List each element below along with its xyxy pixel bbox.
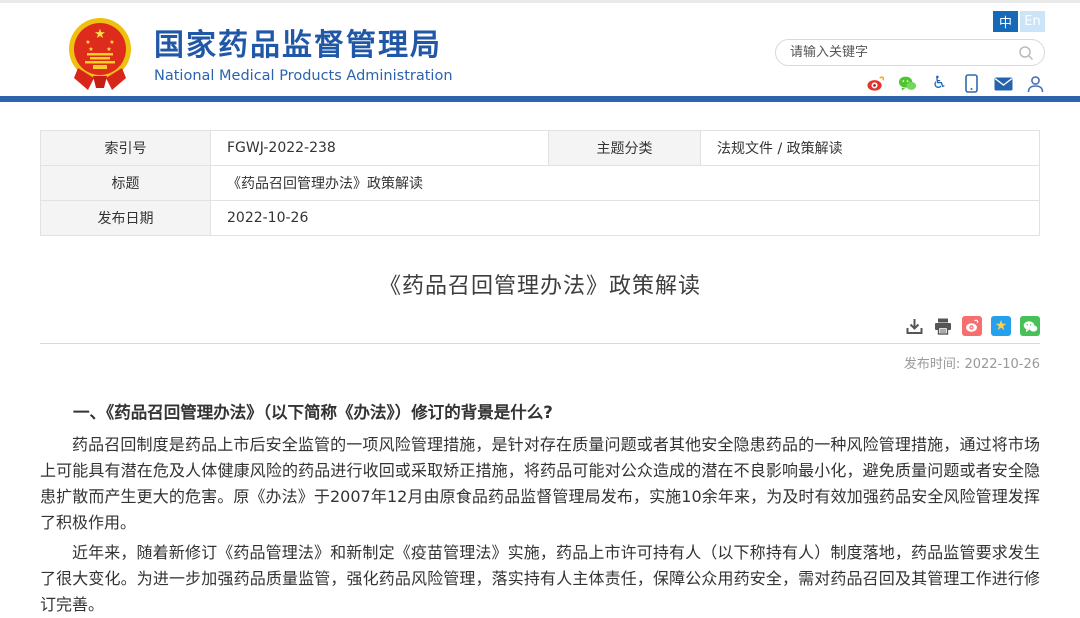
language-switcher: 中 En — [775, 11, 1045, 32]
article-toolbar: ★ — [40, 316, 1040, 336]
accessibility-icon[interactable]: ♿ — [930, 74, 949, 93]
main-content: 索引号 FGWJ-2022-238 主题分类 法规文件 / 政策解读 标题 《药… — [40, 130, 1040, 618]
share-weibo-icon[interactable] — [962, 316, 982, 336]
lang-chinese-button[interactable]: 中 — [993, 11, 1018, 32]
meta-value-category: 法规文件 / 政策解读 — [701, 131, 1040, 166]
header-divider-bar — [0, 96, 1080, 102]
svg-text:★: ★ — [109, 39, 114, 46]
svg-text:★: ★ — [106, 46, 111, 53]
national-emblem-logo: ★ ★ ★ ★ ★ — [60, 11, 140, 93]
publish-time-label: 发布时间: — [904, 357, 960, 372]
meta-label-title: 标题 — [41, 166, 211, 201]
meta-label-index: 索引号 — [41, 131, 211, 166]
share-qzone-icon[interactable]: ★ — [991, 316, 1011, 336]
mobile-icon[interactable] — [962, 74, 981, 93]
publish-time: 发布时间: 2022-10-26 — [40, 353, 1040, 372]
paragraph: 药品召回制度是药品上市后安全监管的一项风险管理措施，是针对存在质量问题或者其他安… — [40, 432, 1040, 536]
meta-value-title: 《药品召回管理办法》政策解读 — [211, 166, 1040, 201]
header-quick-links: ♿ — [775, 74, 1045, 93]
search-input[interactable] — [790, 45, 1018, 60]
title-divider — [40, 343, 1040, 344]
meta-value-index: FGWJ-2022-238 — [211, 131, 549, 166]
table-row: 标题 《药品召回管理办法》政策解读 — [41, 166, 1040, 201]
table-row: 发布日期 2022-10-26 — [41, 201, 1040, 236]
document-meta-table: 索引号 FGWJ-2022-238 主题分类 法规文件 / 政策解读 标题 《药… — [40, 130, 1040, 236]
svg-text:★: ★ — [88, 46, 93, 53]
mail-icon[interactable] — [994, 74, 1013, 93]
article-title: 《药品召回管理办法》政策解读 — [40, 268, 1040, 300]
publish-time-value: 2022-10-26 — [964, 357, 1040, 372]
meta-value-date: 2022-10-26 — [211, 201, 1040, 236]
brand-block[interactable]: ★ ★ ★ ★ ★ 国家药品监督管理局 National Medical Pro… — [60, 11, 453, 93]
lang-english-button[interactable]: En — [1020, 11, 1045, 32]
download-icon[interactable] — [904, 316, 924, 336]
table-row: 索引号 FGWJ-2022-238 主题分类 法规文件 / 政策解读 — [41, 131, 1040, 166]
paragraph: 近年来，随着新修订《药品管理法》和新制定《疫苗管理法》实施，药品上市许可持有人（… — [40, 540, 1040, 618]
svg-text:★: ★ — [94, 27, 106, 42]
site-title-en: National Medical Products Administration — [154, 68, 453, 84]
wechat-icon[interactable] — [898, 74, 917, 93]
meta-label-category: 主题分类 — [549, 131, 701, 166]
search-icon[interactable] — [1018, 45, 1034, 61]
print-icon[interactable] — [933, 316, 953, 336]
meta-label-date: 发布日期 — [41, 201, 211, 236]
search-box[interactable] — [775, 39, 1045, 66]
weibo-icon[interactable] — [866, 74, 885, 93]
site-title-zh: 国家药品监督管理局 — [154, 20, 453, 64]
site-header: ★ ★ ★ ★ ★ 国家药品监督管理局 National Medical Pro… — [0, 3, 1080, 96]
svg-text:★: ★ — [85, 39, 90, 46]
user-icon[interactable] — [1026, 74, 1045, 93]
article-body: 一、《药品召回管理办法》（以下简称《办法》）修订的背景是什么? 药品召回制度是药… — [40, 400, 1040, 618]
section-heading: 一、《药品召回管理办法》（以下简称《办法》）修订的背景是什么? — [40, 400, 1040, 426]
share-wechat-icon[interactable] — [1020, 316, 1040, 336]
